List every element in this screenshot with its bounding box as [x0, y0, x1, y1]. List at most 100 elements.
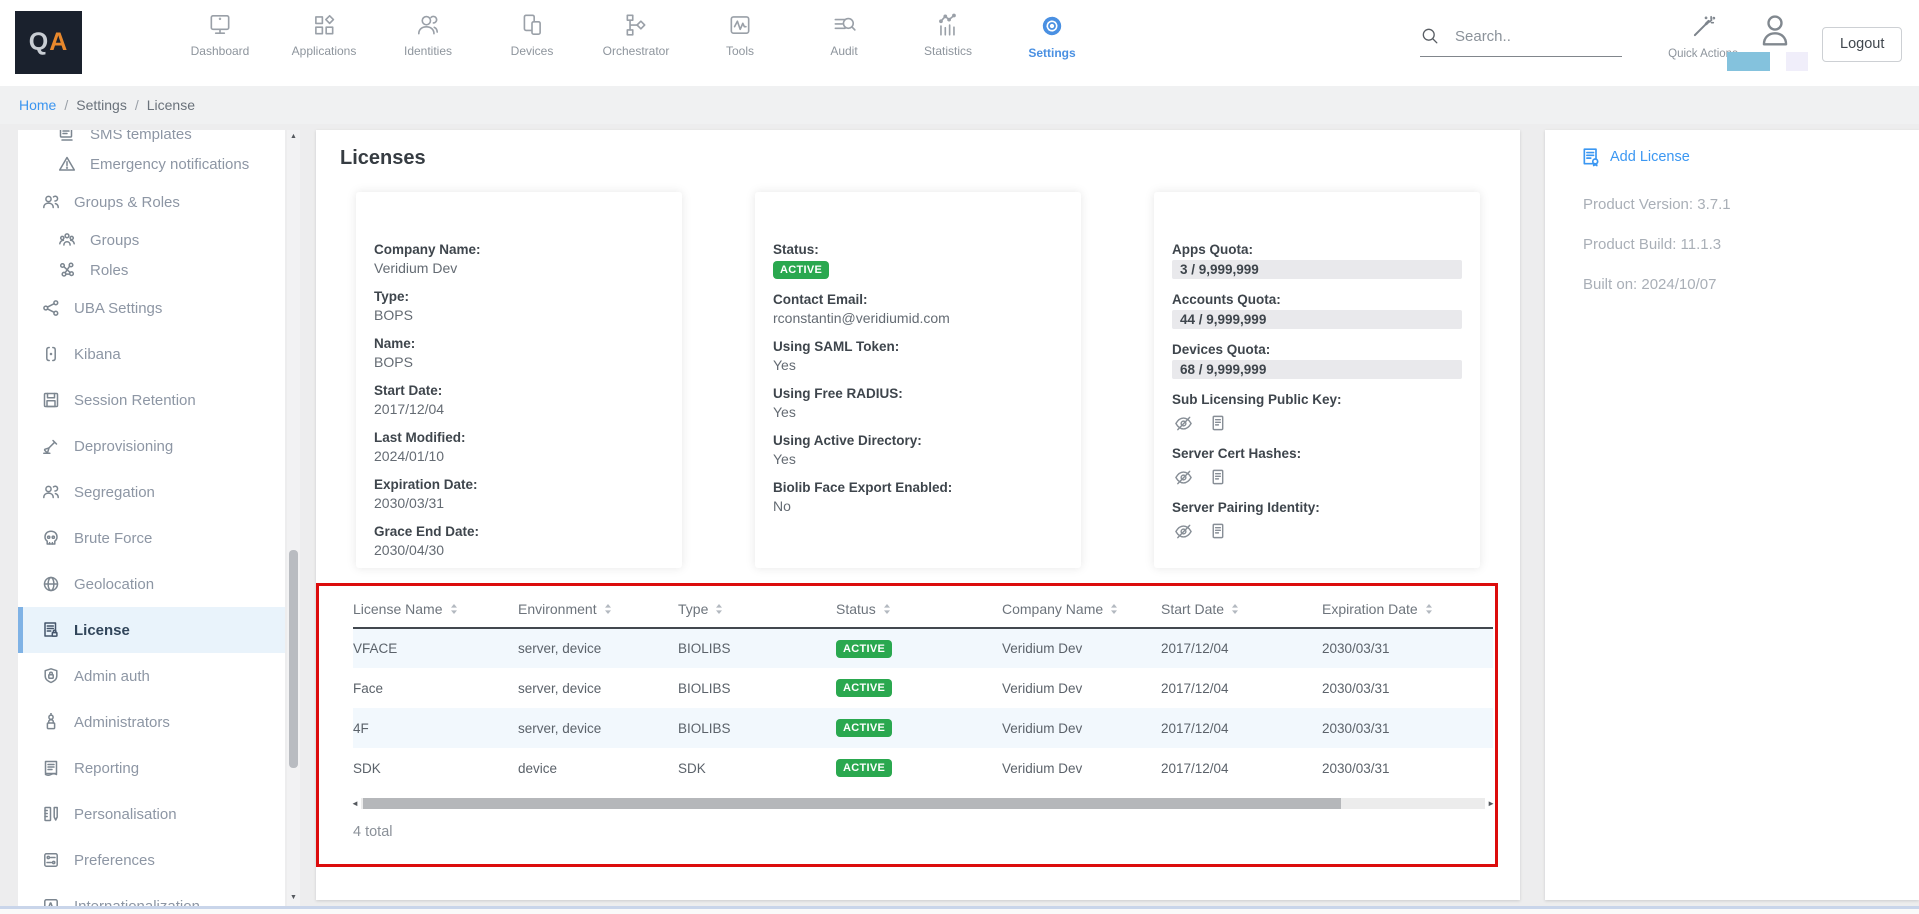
sidebar-item-groups[interactable]: Groups	[18, 225, 285, 255]
eye-slash-icon[interactable]	[1174, 468, 1193, 487]
sidebar-item-groups-roles[interactable]: Groups & Roles	[18, 179, 285, 225]
sidebar-item-brute-force[interactable]: Brute Force	[18, 515, 285, 561]
statistics-icon	[935, 12, 961, 38]
scrollbar-track[interactable]	[361, 798, 1485, 809]
add-license-icon	[1581, 147, 1601, 167]
nav-applications[interactable]: Applications	[287, 12, 361, 60]
sidebar-item-administrators[interactable]: Administrators	[18, 699, 285, 745]
field-label: Server Cert Hashes:	[1172, 446, 1462, 461]
sidebar-item-sms-templates[interactable]: SMS templates	[18, 130, 285, 149]
table-total-count: 4 total	[353, 824, 1495, 840]
administrators-icon	[42, 713, 61, 731]
sidebar-scrollbar[interactable]: ▲ ▼	[287, 130, 300, 907]
sidebar-item-admin-auth[interactable]: Admin auth	[18, 653, 285, 699]
quota-bar: 44 / 9,999,999	[1172, 310, 1462, 329]
table-row[interactable]: SDK device SDK ACTIVE Veridium Dev 2017/…	[353, 748, 1493, 788]
col-environment[interactable]: Environment	[518, 595, 678, 628]
table-row[interactable]: VFACE server, device BIOLIBS ACTIVE Veri…	[353, 628, 1493, 668]
field-label: Type:	[374, 289, 664, 304]
sidebar-item-geolocation[interactable]: Geolocation	[18, 561, 285, 607]
status-badge: ACTIVE	[773, 261, 829, 279]
page-bottom-edge	[0, 909, 1919, 914]
brute-force-icon	[42, 529, 61, 547]
license-info-cards: Company Name:Veridium Dev Type:BOPS Name…	[316, 192, 1520, 568]
sidebar-item-segregation[interactable]: Segregation	[18, 469, 285, 515]
eye-slash-icon[interactable]	[1174, 522, 1193, 541]
table-horizontal-scrollbar[interactable]: ◄ ►	[351, 797, 1495, 809]
col-status[interactable]: Status	[836, 595, 1002, 628]
nav-audit[interactable]: Audit	[807, 12, 881, 60]
logo-letter-a: A	[49, 28, 68, 57]
settings-sidebar: SMS templates Emergency notifications Gr…	[18, 130, 285, 907]
field-label: Grace End Date:	[374, 524, 664, 539]
col-type[interactable]: Type	[678, 595, 836, 628]
sidebar-item-personalisation[interactable]: Personalisation	[18, 791, 285, 837]
copy-icon[interactable]	[1209, 414, 1226, 433]
nav-identities[interactable]: Identities	[391, 12, 465, 60]
avatar-swatch-lavender	[1786, 52, 1808, 71]
field-label: Apps Quota:	[1172, 242, 1462, 257]
sidebar-item-license[interactable]: License	[18, 607, 285, 653]
license-actions-panel: Add License Product Version: 3.7.1 Produ…	[1545, 130, 1919, 900]
app-logo[interactable]: QA	[15, 11, 82, 74]
search-icon	[1420, 26, 1441, 47]
copy-icon[interactable]	[1209, 522, 1226, 541]
field-label: Using Active Directory:	[773, 433, 1063, 448]
col-license-name[interactable]: License Name	[353, 595, 518, 628]
sidebar-item-emergency-notifications[interactable]: Emergency notifications	[18, 149, 285, 179]
emergency-notifications-icon	[58, 155, 77, 173]
search-box	[1420, 26, 1622, 57]
field-value: No	[773, 498, 1063, 514]
col-start-date[interactable]: Start Date	[1161, 595, 1322, 628]
nav-settings[interactable]: Settings	[1015, 12, 1089, 60]
field-label: Devices Quota:	[1172, 342, 1462, 357]
copy-icon[interactable]	[1209, 468, 1226, 487]
table-row[interactable]: Face server, device BIOLIBS ACTIVE Verid…	[353, 668, 1493, 708]
scroll-right-icon[interactable]: ►	[1485, 799, 1495, 808]
col-company-name[interactable]: Company Name	[1002, 595, 1161, 628]
field-label: Contact Email:	[773, 292, 1063, 307]
sidebar-item-preferences[interactable]: Preferences	[18, 837, 285, 883]
sidebar-item-kibana[interactable]: Kibana	[18, 331, 285, 377]
nav-orchestrator[interactable]: Orchestrator	[599, 12, 673, 60]
nav-devices[interactable]: Devices	[495, 12, 569, 60]
sort-icon	[604, 603, 612, 615]
field-value: BOPS	[374, 354, 664, 370]
scroll-down-icon[interactable]: ▼	[287, 894, 300, 901]
table-row[interactable]: 4F server, device BIOLIBS ACTIVE Veridiu…	[353, 708, 1493, 748]
nav-statistics[interactable]: Statistics	[911, 12, 985, 60]
geolocation-icon	[42, 575, 61, 593]
quota-bar: 68 / 9,999,999	[1172, 360, 1462, 379]
field-label: Name:	[374, 336, 664, 351]
add-license-button[interactable]: Add License	[1581, 147, 1690, 167]
license-quota-card: Apps Quota:3 / 9,999,999 Accounts Quota:…	[1154, 192, 1480, 568]
sidebar-scrollbar-thumb[interactable]	[289, 550, 298, 768]
sidebar-item-reporting[interactable]: Reporting	[18, 745, 285, 791]
breadcrumb-home-link[interactable]: Home	[19, 97, 56, 113]
scroll-left-icon[interactable]: ◄	[351, 799, 361, 808]
sidebar-item-deprovisioning[interactable]: Deprovisioning	[18, 423, 285, 469]
col-expiration-date[interactable]: Expiration Date	[1322, 595, 1493, 628]
settings-gear-icon	[1038, 12, 1066, 40]
eye-slash-icon[interactable]	[1174, 414, 1193, 433]
sidebar-item-uba-settings[interactable]: UBA Settings	[18, 285, 285, 331]
sidebar-item-session-retention[interactable]: Session Retention	[18, 377, 285, 423]
sidebar-item-internationalization[interactable]: Internationalization	[18, 883, 285, 907]
breadcrumb-settings[interactable]: Settings	[76, 97, 127, 113]
field-value: BOPS	[374, 307, 664, 323]
sidebar-item-roles[interactable]: Roles	[18, 255, 285, 285]
audit-icon	[831, 12, 857, 38]
scroll-up-icon[interactable]: ▲	[287, 133, 300, 140]
sort-icon	[1231, 603, 1239, 615]
user-avatar-icon[interactable]	[1756, 10, 1794, 50]
breadcrumb-separator: /	[135, 97, 139, 113]
nav-tools[interactable]: Tools	[703, 12, 777, 60]
kibana-icon	[42, 345, 61, 363]
sort-icon	[450, 603, 458, 615]
search-input[interactable]	[1455, 28, 1605, 45]
scrollbar-thumb[interactable]	[363, 798, 1341, 809]
licenses-panel: Licenses Company Name:Veridium Dev Type:…	[316, 130, 1520, 900]
field-value: 2017/12/04	[374, 401, 664, 417]
nav-dashboard[interactable]: Dashboard	[183, 12, 257, 60]
logout-button[interactable]: Logout	[1822, 27, 1902, 62]
